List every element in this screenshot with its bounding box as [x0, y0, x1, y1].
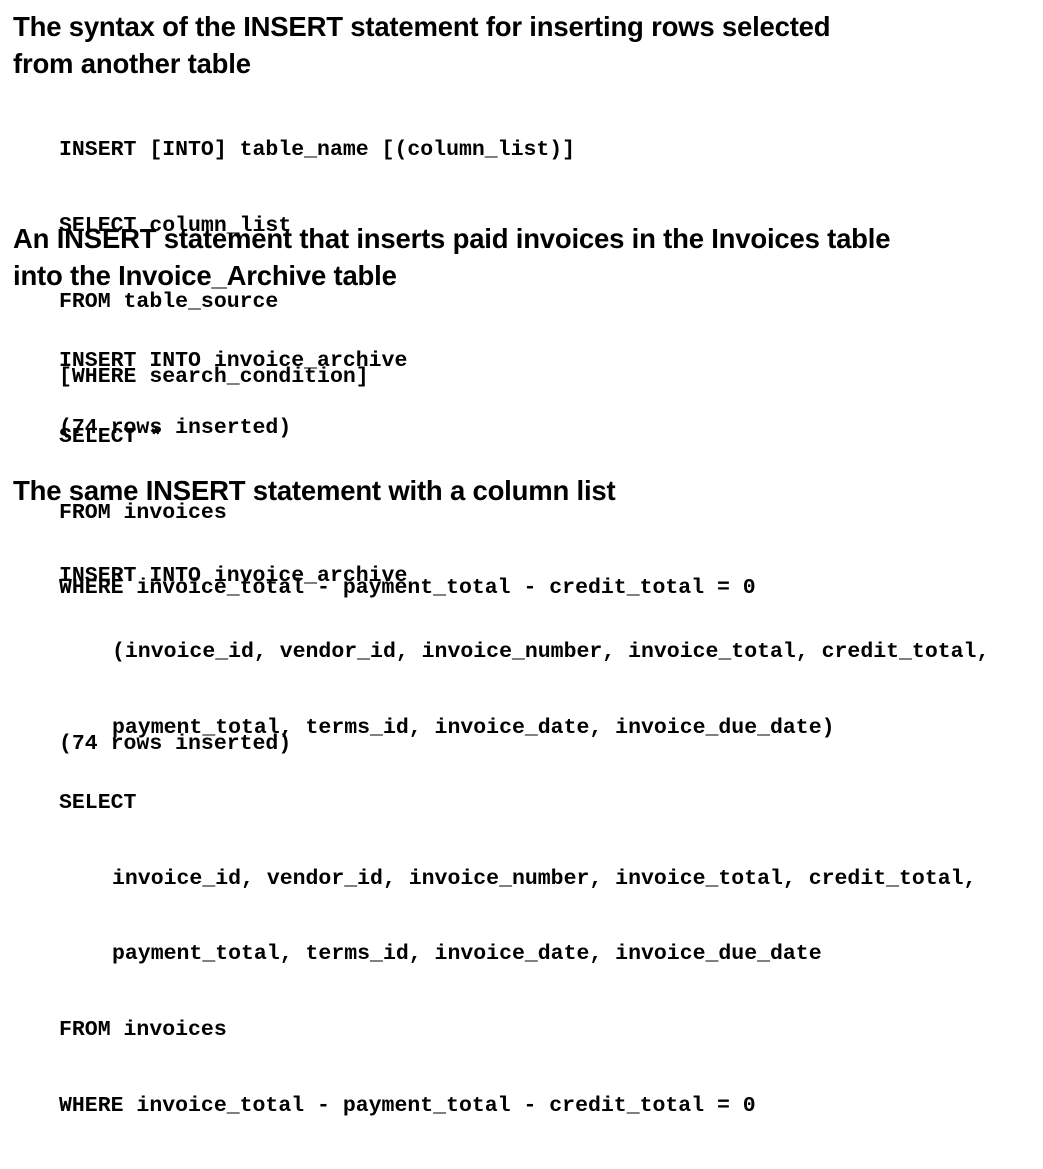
code-line: invoice_id, vendor_id, invoice_number, i… — [112, 866, 977, 891]
section-3-code-block: INSERT INTO invoice_archive (invoice_id,… — [59, 514, 989, 1169]
code-line: INSERT [INTO] table_name [(column_list)] — [59, 138, 576, 163]
document-page: The syntax of the INSERT statement for i… — [0, 0, 1043, 1118]
code-line: INSERT INTO invoice_archive — [59, 564, 408, 589]
code-line: SELECT — [59, 791, 137, 816]
section-2-result: (74 rows inserted) — [59, 416, 292, 440]
code-line: FROM invoices — [59, 1018, 227, 1043]
section-1-heading: The syntax of the INSERT statement for i… — [13, 8, 831, 82]
code-line: INSERT INTO invoice_archive — [59, 349, 408, 374]
code-line: (invoice_id, vendor_id, invoice_number, … — [112, 640, 990, 665]
section-2-heading-line-2: into the Invoice_Archive table — [13, 260, 397, 291]
code-line: payment_total, terms_id, invoice_date, i… — [112, 942, 822, 967]
section-3-heading-line-1: The same INSERT statement with a column … — [13, 475, 616, 506]
section-3-result: (74 rows inserted) — [59, 732, 292, 756]
section-1-heading-line-1: The syntax of the INSERT statement for i… — [13, 11, 831, 42]
code-line: WHERE invoice_total - payment_total - cr… — [59, 1093, 756, 1118]
section-1-heading-line-2: from another table — [13, 48, 251, 79]
section-2-heading: An INSERT statement that inserts paid in… — [13, 220, 891, 294]
section-2-heading-line-1: An INSERT statement that inserts paid in… — [13, 223, 891, 254]
section-3-heading: The same INSERT statement with a column … — [13, 472, 616, 509]
